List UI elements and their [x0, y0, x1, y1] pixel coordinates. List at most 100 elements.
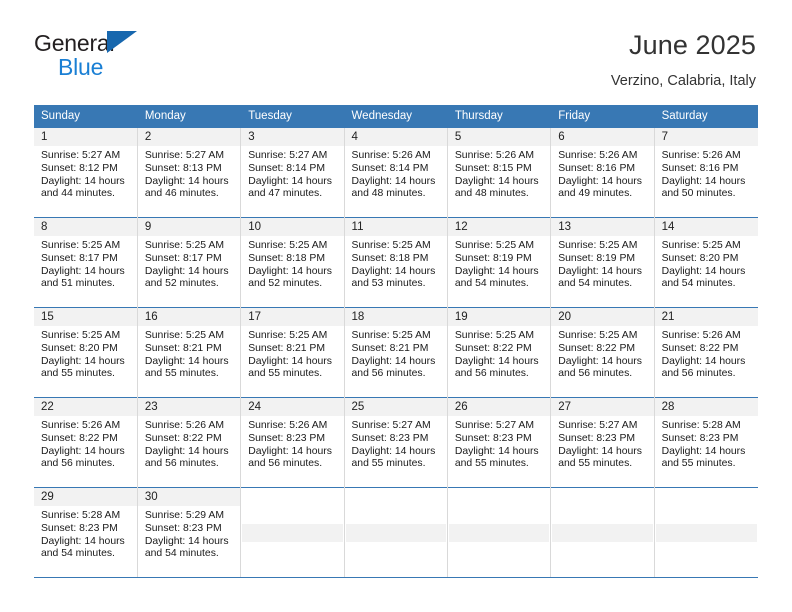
- sunset-text: Sunset: 8:22 PM: [661, 343, 739, 355]
- calendar-body: 1 Sunrise: 5:27 AM Sunset: 8:12 PM Daylight…: [34, 127, 758, 579]
- day-number: 13: [551, 218, 654, 237]
- daylight-text-line1: Daylight: 14 hours: [351, 355, 436, 367]
- day-number-placeholder: [655, 523, 757, 542]
- day-number: 6: [551, 128, 654, 147]
- sunrise-text: Sunrise: 5:25 AM: [351, 240, 431, 252]
- sunset-text: Sunset: 8:23 PM: [144, 523, 222, 535]
- daylight-text-line1: Daylight: 14 hours: [41, 355, 125, 367]
- daylight-text-line2: and 54 minutes.: [144, 548, 219, 560]
- day-info: Sunrise: 5:25 AM Sunset: 8:18 PM Daylight:…: [345, 236, 447, 290]
- sunset-text: Sunset: 8:23 PM: [41, 523, 118, 535]
- daylight-text-line1: Daylight: 14 hours: [351, 265, 436, 277]
- day-info: Sunrise: 5:25 AM Sunset: 8:20 PM Daylight:…: [34, 326, 137, 380]
- sunrise-text: Sunrise: 5:25 AM: [41, 240, 121, 252]
- calendar-day-cell[interactable]: 30 Sunrise: 5:29 AM Sunset: 8:23 PM Dayligh…: [137, 487, 242, 579]
- calendar-day-cell[interactable]: 29 Sunrise: 5:28 AM Sunset: 8:23 PM Dayligh…: [34, 487, 138, 579]
- calendar-day-cell[interactable]: 19 Sunrise: 5:25 AM Sunset: 8:22 PM Dayligh…: [447, 307, 552, 398]
- calendar-day-cell[interactable]: 6 Sunrise: 5:26 AM Sunset: 8:16 PM Daylight…: [550, 127, 655, 218]
- calendar-day-cell[interactable]: 28 Sunrise: 5:28 AM Sunset: 8:23 PM Dayligh…: [654, 397, 758, 488]
- daylight-text-line1: Daylight: 14 hours: [351, 445, 436, 457]
- calendar-day-cell[interactable]: 10 Sunrise: 5:25 AM Sunset: 8:18 PM Dayligh…: [240, 217, 345, 308]
- sunrise-text: Sunrise: 5:27 AM: [558, 420, 638, 432]
- daylight-text-line2: and 52 minutes.: [144, 278, 219, 290]
- calendar-day-cell[interactable]: 12 Sunrise: 5:25 AM Sunset: 8:19 PM Dayligh…: [447, 217, 552, 308]
- day-info: Sunrise: 5:25 AM Sunset: 8:17 PM Daylight:…: [34, 236, 137, 290]
- day-info: Sunrise: 5:28 AM Sunset: 8:23 PM Daylight:…: [34, 506, 137, 560]
- sunrise-text: Sunrise: 5:25 AM: [558, 330, 638, 342]
- day-number: 24: [241, 398, 344, 417]
- calendar-day-cell[interactable]: 27 Sunrise: 5:27 AM Sunset: 8:23 PM Dayligh…: [550, 397, 655, 488]
- daylight-text-line1: Daylight: 14 hours: [144, 265, 229, 277]
- sunset-text: Sunset: 8:19 PM: [454, 253, 532, 265]
- sunrise-text: Sunrise: 5:27 AM: [144, 150, 224, 162]
- calendar-day-cell[interactable]: 9 Sunrise: 5:25 AM Sunset: 8:17 PM Daylight…: [137, 217, 242, 308]
- day-info: Sunrise: 5:26 AM Sunset: 8:22 PM Daylight:…: [34, 416, 137, 470]
- calendar-day-cell[interactable]: 11 Sunrise: 5:25 AM Sunset: 8:18 PM Dayligh…: [344, 217, 448, 308]
- calendar-empty-cell: [654, 487, 758, 579]
- day-number: 17: [241, 308, 344, 327]
- calendar-day-cell[interactable]: 4 Sunrise: 5:26 AM Sunset: 8:14 PM Daylight…: [344, 127, 448, 218]
- day-info: Sunrise: 5:25 AM Sunset: 8:21 PM Daylight:…: [241, 326, 343, 380]
- daylight-text-line2: and 51 minutes.: [41, 278, 115, 290]
- calendar-day-cell[interactable]: 15 Sunrise: 5:25 AM Sunset: 8:20 PM Dayligh…: [34, 307, 138, 398]
- brand-logo[interactable]: General Blue: [34, 28, 149, 79]
- daylight-text-line1: Daylight: 14 hours: [558, 175, 642, 187]
- calendar-day-cell[interactable]: 13 Sunrise: 5:25 AM Sunset: 8:19 PM Dayligh…: [550, 217, 655, 308]
- calendar-day-cell[interactable]: 2 Sunrise: 5:27 AM Sunset: 8:13 PM Daylight…: [137, 127, 242, 218]
- page-header: General Blue June 2025 Verzino, Calabria…: [0, 0, 792, 90]
- sunset-text: Sunset: 8:12 PM: [41, 163, 118, 175]
- calendar-day-cell[interactable]: 16 Sunrise: 5:25 AM Sunset: 8:21 PM Dayligh…: [137, 307, 242, 398]
- calendar-week-row: 1 Sunrise: 5:27 AM Sunset: 8:12 PM Daylight…: [34, 127, 758, 218]
- sunrise-text: Sunrise: 5:26 AM: [351, 150, 431, 162]
- weekday-header-monday: Monday: [137, 105, 242, 128]
- sunset-text: Sunset: 8:23 PM: [661, 433, 739, 445]
- sunrise-text: Sunrise: 5:29 AM: [144, 510, 224, 522]
- day-info: Sunrise: 5:27 AM Sunset: 8:14 PM Daylight:…: [241, 146, 343, 200]
- weekday-header-row: Sunday Monday Tuesday Wednesday Thursday…: [34, 105, 759, 128]
- daylight-text-line1: Daylight: 14 hours: [248, 175, 332, 187]
- daylight-text-line1: Daylight: 14 hours: [558, 355, 642, 367]
- daylight-text-line2: and 56 minutes.: [661, 368, 736, 380]
- day-number: 30: [137, 488, 241, 507]
- calendar-day-cell[interactable]: 24 Sunrise: 5:26 AM Sunset: 8:23 PM Dayligh…: [240, 397, 345, 488]
- calendar-day-cell[interactable]: 21 Sunrise: 5:26 AM Sunset: 8:22 PM Dayligh…: [654, 307, 758, 398]
- calendar-day-cell[interactable]: 17 Sunrise: 5:25 AM Sunset: 8:21 PM Dayligh…: [240, 307, 345, 398]
- calendar-day-cell[interactable]: 1 Sunrise: 5:27 AM Sunset: 8:12 PM Daylight…: [34, 127, 138, 218]
- title-block: June 2025 Verzino, Calabria, Italy: [611, 28, 756, 90]
- sunset-text: Sunset: 8:17 PM: [41, 253, 118, 265]
- page-subtitle: Verzino, Calabria, Italy: [610, 73, 756, 90]
- calendar-day-cell[interactable]: 22 Sunrise: 5:26 AM Sunset: 8:22 PM Dayligh…: [34, 397, 138, 488]
- sunrise-text: Sunrise: 5:28 AM: [41, 510, 121, 522]
- day-info: Sunrise: 5:25 AM Sunset: 8:20 PM Daylight:…: [655, 236, 758, 290]
- day-info: Sunrise: 5:25 AM Sunset: 8:21 PM Daylight:…: [138, 326, 240, 380]
- daylight-text-line1: Daylight: 14 hours: [41, 175, 125, 187]
- calendar-day-cell[interactable]: 20 Sunrise: 5:25 AM Sunset: 8:22 PM Dayligh…: [550, 307, 655, 398]
- calendar-day-cell[interactable]: 8 Sunrise: 5:25 AM Sunset: 8:17 PM Daylight…: [34, 217, 138, 308]
- calendar-day-cell[interactable]: 26 Sunrise: 5:27 AM Sunset: 8:23 PM Dayligh…: [447, 397, 552, 488]
- sunset-text: Sunset: 8:23 PM: [454, 433, 532, 445]
- sunrise-text: Sunrise: 5:25 AM: [558, 240, 638, 252]
- calendar-day-cell[interactable]: 3 Sunrise: 5:27 AM Sunset: 8:14 PM Daylight…: [240, 127, 345, 218]
- calendar-day-cell[interactable]: 5 Sunrise: 5:26 AM Sunset: 8:15 PM Daylight…: [447, 127, 552, 218]
- day-number: 23: [137, 398, 241, 417]
- calendar-day-cell[interactable]: 14 Sunrise: 5:25 AM Sunset: 8:20 PM Dayligh…: [654, 217, 758, 308]
- day-info: Sunrise: 5:25 AM Sunset: 8:21 PM Daylight:…: [345, 326, 447, 380]
- weekday-header-thursday: Thursday: [447, 105, 552, 128]
- brand-name-general: General: [34, 30, 115, 56]
- daylight-text-line2: and 44 minutes.: [41, 188, 115, 200]
- calendar-day-cell[interactable]: 25 Sunrise: 5:27 AM Sunset: 8:23 PM Dayligh…: [344, 397, 448, 488]
- sunset-text: Sunset: 8:20 PM: [41, 343, 118, 355]
- sunrise-text: Sunrise: 5:27 AM: [41, 150, 121, 162]
- calendar-day-cell[interactable]: 23 Sunrise: 5:26 AM Sunset: 8:22 PM Dayligh…: [137, 397, 242, 488]
- calendar-week-row: 15 Sunrise: 5:25 AM Sunset: 8:20 PM Dayligh…: [34, 307, 758, 398]
- daylight-text-line2: and 56 minutes.: [41, 458, 115, 470]
- day-number: 8: [34, 218, 137, 237]
- sunset-text: Sunset: 8:21 PM: [351, 343, 429, 355]
- day-info: Sunrise: 5:25 AM Sunset: 8:22 PM Daylight:…: [551, 326, 653, 380]
- calendar-day-cell[interactable]: 18 Sunrise: 5:25 AM Sunset: 8:21 PM Dayligh…: [344, 307, 448, 398]
- calendar-day-cell[interactable]: 7 Sunrise: 5:26 AM Sunset: 8:16 PM Daylight…: [654, 127, 758, 218]
- sunrise-text: Sunrise: 5:28 AM: [661, 420, 741, 432]
- daylight-text-line1: Daylight: 14 hours: [41, 535, 125, 547]
- day-info: Sunrise: 5:27 AM Sunset: 8:23 PM Daylight:…: [448, 416, 550, 470]
- sunrise-text: Sunrise: 5:27 AM: [454, 420, 535, 432]
